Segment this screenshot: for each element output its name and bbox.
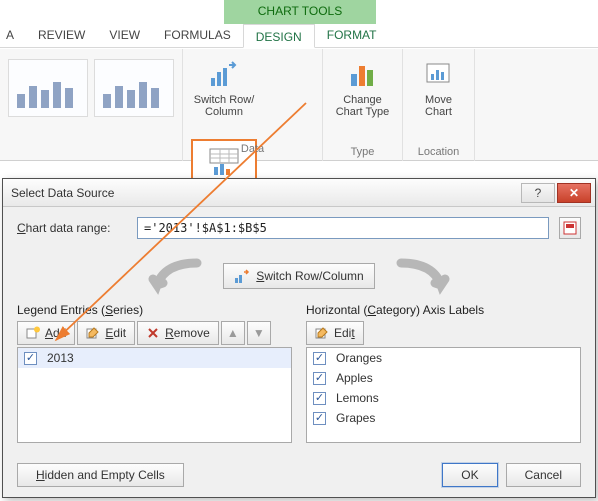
help-icon: ? xyxy=(535,186,542,200)
range-picker-icon xyxy=(563,221,577,235)
switch-row-column-button[interactable]: Switch Row/Column xyxy=(223,263,374,289)
ribbon-tabs: A REVIEW VIEW FORMULAS DESIGN FORMAT xyxy=(0,24,598,48)
checkbox[interactable]: ✓ xyxy=(313,392,326,405)
checkbox[interactable]: ✓ xyxy=(24,352,37,365)
list-item[interactable]: ✓ Grapes xyxy=(307,408,580,428)
ok-button[interactable]: OK xyxy=(442,463,497,487)
dialog-title: Select Data Source xyxy=(11,186,114,200)
chevron-down-icon: ▼ xyxy=(253,326,265,340)
list-item[interactable]: ✓ 2013 xyxy=(18,348,291,368)
cancel-button[interactable]: Cancel xyxy=(506,463,581,487)
group-label: Location xyxy=(418,146,460,158)
checkbox[interactable]: ✓ xyxy=(313,372,326,385)
legend-entries-pane: Legend Entries (Series) Add Edit Remove xyxy=(17,303,292,443)
chart-style-gallery[interactable] xyxy=(4,53,178,123)
add-series-button[interactable]: Add xyxy=(17,321,75,345)
close-button[interactable]: ✕ xyxy=(557,183,591,203)
list-item-label: 2013 xyxy=(47,351,74,365)
list-item-label: Grapes xyxy=(336,411,375,425)
tab-fragment[interactable]: A xyxy=(0,23,26,47)
move-down-button[interactable]: ▼ xyxy=(247,321,271,345)
move-up-button[interactable]: ▲ xyxy=(221,321,245,345)
tab-review[interactable]: REVIEW xyxy=(26,23,97,47)
button-label: Change Chart Type xyxy=(336,94,390,118)
group-chart-styles xyxy=(0,49,183,161)
range-picker-button[interactable] xyxy=(559,217,581,239)
change-chart-type-icon xyxy=(347,58,379,90)
switch-row-column-icon xyxy=(234,268,250,284)
change-chart-type-button[interactable]: Change Chart Type xyxy=(330,53,396,139)
list-item[interactable]: ✓ Oranges xyxy=(307,348,580,368)
button-label: Switch Row/ Column xyxy=(194,94,255,118)
select-data-source-dialog: Select Data Source ? ✕ Chart data range:… xyxy=(2,178,596,498)
edit-icon xyxy=(86,326,100,340)
axis-labels-pane: Horizontal (Category) Axis Labels Edit ✓… xyxy=(306,303,581,443)
curved-arrow-right-icon xyxy=(393,257,451,295)
close-icon: ✕ xyxy=(569,186,579,200)
checkbox[interactable]: ✓ xyxy=(313,412,326,425)
group-type: Change Chart Type Type xyxy=(323,49,403,161)
switch-row-column-button[interactable]: Switch Row/ Column xyxy=(191,53,257,139)
chevron-up-icon: ▲ xyxy=(227,326,239,340)
group-label: Type xyxy=(351,146,375,158)
switch-row-column-icon xyxy=(208,58,240,90)
chart-data-range-label: Chart data range: xyxy=(17,221,127,235)
move-chart-icon xyxy=(423,58,455,90)
edit-icon xyxy=(315,326,329,340)
axis-listbox[interactable]: ✓ Oranges ✓ Apples ✓ Lemons ✓ Grapes xyxy=(306,347,581,443)
group-data: Switch Row/ Column Select Data Data xyxy=(183,49,323,161)
chart-data-range-input[interactable] xyxy=(137,217,549,239)
button-label: Move Chart xyxy=(425,94,452,118)
help-button[interactable]: ? xyxy=(521,183,555,203)
list-item[interactable]: ✓ Lemons xyxy=(307,388,580,408)
tab-format[interactable]: FORMAT xyxy=(315,23,389,47)
remove-icon xyxy=(146,326,160,340)
curved-arrow-left-icon xyxy=(147,257,205,295)
dialog-titlebar[interactable]: Select Data Source ? ✕ xyxy=(3,179,595,207)
legend-entries-title: Legend Entries (Series) xyxy=(17,303,292,317)
tab-formulas[interactable]: FORMULAS xyxy=(152,23,243,47)
edit-series-button[interactable]: Edit xyxy=(77,321,135,345)
remove-series-button[interactable]: Remove xyxy=(137,321,219,345)
contextual-tab-title: CHART TOOLS xyxy=(224,0,376,24)
tab-design[interactable]: DESIGN xyxy=(243,24,315,48)
add-icon xyxy=(26,326,40,340)
list-item-label: Oranges xyxy=(336,351,382,365)
move-chart-button[interactable]: Move Chart xyxy=(406,53,472,139)
group-location: Move Chart Location xyxy=(403,49,475,161)
ribbon-body: Switch Row/ Column Select Data Data Chan… xyxy=(0,49,598,161)
chart-style-thumb[interactable] xyxy=(94,59,174,117)
series-listbox[interactable]: ✓ 2013 xyxy=(17,347,292,443)
chart-style-thumb[interactable] xyxy=(8,59,88,117)
axis-labels-title: Horizontal (Category) Axis Labels xyxy=(306,303,581,317)
list-item[interactable]: ✓ Apples xyxy=(307,368,580,388)
ribbon: CHART TOOLS A REVIEW VIEW FORMULAS DESIG… xyxy=(0,0,598,176)
checkbox[interactable]: ✓ xyxy=(313,352,326,365)
hidden-empty-cells-button[interactable]: Hidden and Empty Cells xyxy=(17,463,184,487)
list-item-label: Apples xyxy=(336,371,373,385)
edit-axis-button[interactable]: Edit xyxy=(306,321,364,345)
tab-view[interactable]: VIEW xyxy=(97,23,152,47)
group-label: Data xyxy=(183,143,322,155)
list-item-label: Lemons xyxy=(336,391,379,405)
